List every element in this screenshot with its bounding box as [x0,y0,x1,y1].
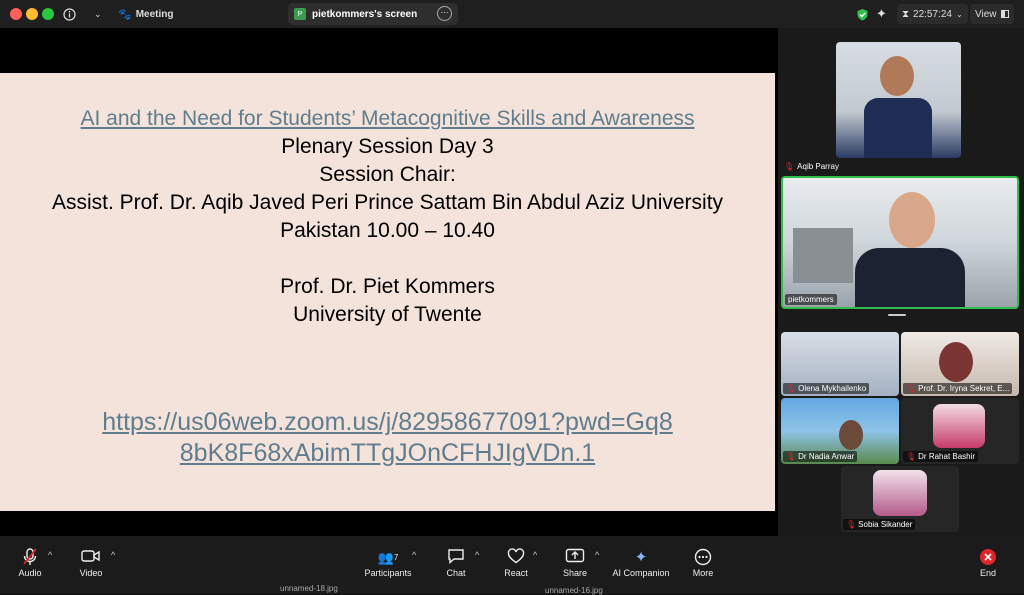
participants-icon: 👥7 [377,550,399,565]
participants-options-caret[interactable]: ^ [412,550,416,560]
end-button[interactable]: End [958,548,1018,578]
info-icon[interactable] [63,0,76,28]
participant-body [864,98,932,158]
video-tile[interactable]: 🎙 Olena Mykhailenko [781,332,899,396]
mic-muted-icon: 🎙 [906,452,917,461]
clock-text: 22:57:24 [913,8,952,20]
shield-check-icon[interactable] [856,0,869,28]
audio-label: Audio [18,568,42,578]
participant-name-label: 🎙 Dr Nadia Anwar [783,451,858,462]
view-button[interactable]: View [970,4,1014,24]
hourglass-icon: ⧗ [902,8,910,20]
more-options-icon[interactable]: ··· [437,6,452,21]
video-tile-active-speaker[interactable]: pietkommers [781,176,1019,309]
view-label: View [975,8,997,20]
slide-title-link[interactable]: AI and the Need for Students’ Metacognit… [0,105,775,132]
audio-options-caret[interactable]: ^ [48,550,52,560]
participant-name-label: 🎙 Prof. Dr. Iryna Sekret, E... [903,383,1013,394]
screen-share-tab[interactable]: P pietkommers's screen ··· [288,3,458,25]
react-options-caret[interactable]: ^ [533,550,537,560]
meeting-menu[interactable]: 🐾 Meeting [118,0,173,28]
meeting-title: Meeting [135,8,174,20]
participant-face [939,342,973,382]
ai-companion-button[interactable]: ✦ AI Companion [608,548,674,578]
mic-muted-icon: 🎙 [786,452,797,461]
chat-options-caret[interactable]: ^ [475,550,479,560]
slide-line: Plenary Session Day 3 [281,135,494,158]
shared-screen-area: AI and the Need for Students’ Metacognit… [0,28,778,536]
share-label: Share [562,568,588,578]
participant-face [889,192,935,248]
sparkle-icon: ✦ [634,549,648,566]
mic-muted-icon: 🎙 [786,384,797,393]
meeting-timer[interactable]: ⧗ 22:57:24 ⌄ [897,4,968,24]
mic-muted-icon: 🎙 [906,384,917,393]
react-label: React [504,568,528,578]
participant-name-label: pietkommers [785,294,837,305]
share-tab-title: pietkommers's screen [312,8,418,20]
mic-muted-icon: 🎙 [846,520,857,529]
more-button[interactable]: More [673,548,733,578]
zoom-link-line-2[interactable]: 8bK8F68xAbimTTgJOnCFHJIgVDn.1 [0,438,775,469]
slide-line: University of Twente [293,303,482,326]
participant-body [855,248,965,307]
video-tile[interactable] [836,42,961,158]
video-tile[interactable]: 🎙 Dr Rahat Bashir [901,398,1019,464]
participant-face [880,56,914,96]
maximize-window-button[interactable] [42,8,54,20]
video-tile[interactable]: 🎙 Dr Nadia Anwar [781,398,899,464]
slide-line: Pakistan 10.00 – 10.40 [280,219,495,242]
end-label: End [979,568,996,578]
share-options-caret[interactable]: ^ [595,550,599,560]
participant-name-label: 🎙 Aqib Parray [784,162,839,171]
background-window [793,228,853,283]
slide-line: Prof. Dr. Piet Kommers [280,275,495,298]
chevron-down-icon: ⌄ [955,9,963,19]
chevron-down-icon[interactable]: ⌄ [94,0,102,28]
title-bar: ⌄ 🐾 Meeting P pietkommers's screen ··· ✦… [0,0,1024,28]
grid-icon [1000,10,1009,18]
participant-name-label: 🎙 Dr Rahat Bashir [903,451,979,462]
meeting-toolbar: Audio ^ Video ^ 👥7 Participants ^ Chat ^… [0,536,1024,595]
desktop-file-label: unnamed-18.jpg [280,584,338,593]
panel-resize-handle[interactable] [888,314,906,316]
slide-line: Assist. Prof. Dr. Aqib Javed Peri Prince… [51,191,724,214]
more-dots-icon [673,548,733,568]
paw-icon: 🐾 [118,8,132,21]
zoom-link-line-1[interactable]: https://us06web.zoom.us/j/82958677091?pw… [0,407,775,438]
chat-label: Chat [446,568,466,578]
participant-name-label: 🎙 Olena Mykhailenko [783,383,870,394]
sparkle-icon[interactable]: ✦ [876,0,887,28]
profile-picture [933,404,985,448]
video-options-caret[interactable]: ^ [111,550,115,560]
profile-picture [873,470,927,516]
slide-line: Session Chair: [319,163,456,186]
participants-count: 7 [393,553,399,562]
video-tile[interactable]: 🎙 Sobia Sikander [841,466,959,532]
participants-label: Participants [364,568,412,578]
video-tile[interactable]: 🎙 Prof. Dr. Iryna Sekret, E... [901,332,1019,396]
share-badge: P [294,8,306,20]
presentation-slide: AI and the Need for Students’ Metacognit… [0,73,775,511]
close-window-button[interactable] [10,8,22,20]
minimize-window-button[interactable] [26,8,38,20]
end-call-icon [958,548,1018,568]
video-panel: 🎙 Aqib Parray pietkommers 🎙 Olena Mykhail… [778,28,1024,536]
ai-companion-label: AI Companion [612,568,670,578]
video-label: Video [79,568,103,578]
mic-muted-icon: 🎙 [784,162,795,171]
more-label: More [692,568,714,578]
participant-face [839,420,863,450]
participants-button[interactable]: 👥7 Participants [358,548,418,578]
participant-name-label: 🎙 Sobia Sikander [843,519,916,530]
